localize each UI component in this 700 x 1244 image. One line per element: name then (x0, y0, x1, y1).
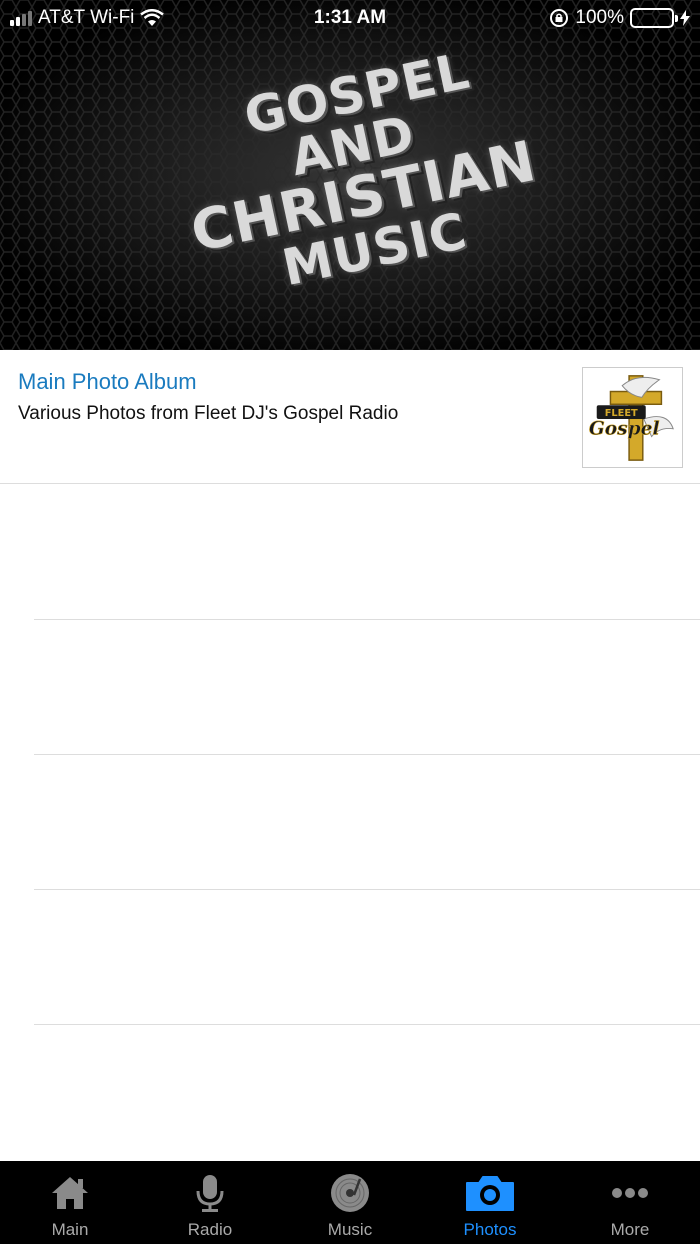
tab-bar: Main Radio Music Photos More (0, 1161, 700, 1244)
tab-photos[interactable]: Photos (420, 1161, 560, 1244)
thumb-logo-gospel: Gospel (589, 419, 660, 440)
tab-label: Main (51, 1220, 89, 1239)
album-subtitle: Various Photos from Fleet DJ's Gospel Ra… (18, 403, 399, 424)
list-separator (34, 889, 700, 890)
tab-main[interactable]: Main (0, 1161, 140, 1244)
tab-label: Radio (187, 1220, 233, 1239)
status-bar: AT&T Wi-Fi 1:31 AM 100% (0, 0, 700, 36)
tab-label: Photos (463, 1220, 517, 1239)
tab-label: More (610, 1220, 650, 1239)
more-dots-icon (612, 1188, 648, 1198)
home-icon (52, 1177, 88, 1209)
tab-music[interactable]: Music (280, 1161, 420, 1244)
header-banner: AT&T Wi-Fi 1:31 AM 100% GOSPEL AND CHRIS… (0, 0, 700, 350)
vinyl-record-icon (331, 1174, 369, 1212)
tab-label: Music (327, 1220, 373, 1239)
list-separator (34, 619, 700, 620)
battery-percent: 100% (575, 7, 624, 28)
thumb-logo-fleet: FLEET (605, 408, 638, 419)
album-title: Main Photo Album (18, 369, 197, 394)
tab-radio[interactable]: Radio (140, 1161, 280, 1244)
camera-icon (466, 1176, 514, 1211)
album-list-item[interactable]: Main Photo Album Various Photos from Fle… (0, 350, 700, 484)
tab-more[interactable]: More (560, 1161, 700, 1244)
charging-bolt-icon (680, 10, 690, 26)
album-thumbnail: FLEET Gospel (582, 367, 683, 468)
battery-icon (630, 8, 678, 28)
list-separator (34, 1024, 700, 1025)
list-separator (34, 754, 700, 755)
microphone-icon (196, 1175, 224, 1212)
rotation-lock-icon (550, 9, 569, 27)
status-right: 100% (549, 7, 690, 29)
